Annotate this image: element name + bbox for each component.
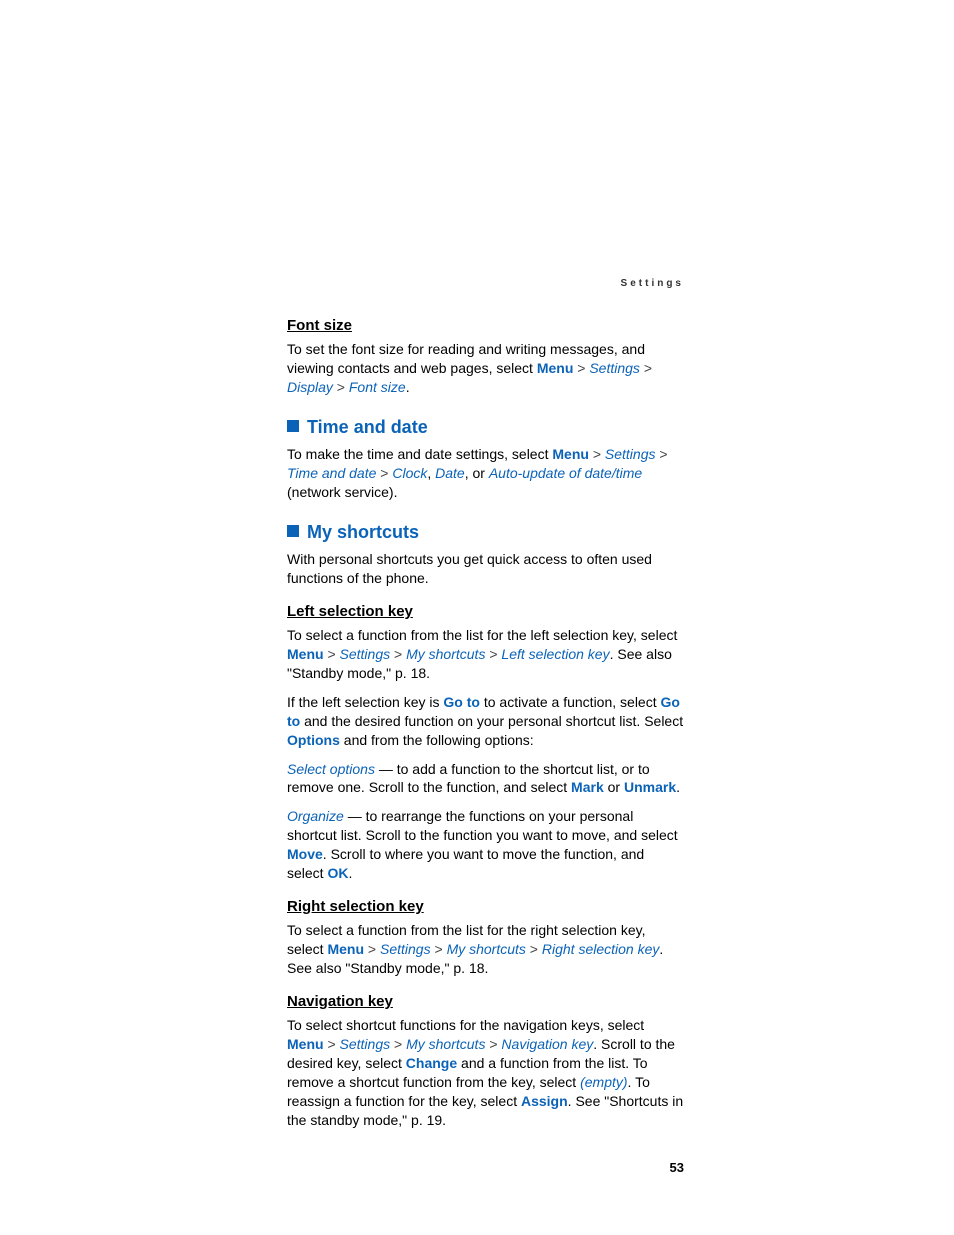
settings-link[interactable]: Settings <box>340 1036 391 1052</box>
rightselkey-link[interactable]: Right selection key <box>542 941 660 957</box>
empty-link[interactable]: (empty) <box>580 1074 627 1090</box>
paragraph: To set the font size for reading and wri… <box>287 340 684 397</box>
breadcrumb-sep: > <box>526 941 542 957</box>
paragraph: To select shortcut functions for the nav… <box>287 1016 684 1129</box>
page-content: Font size To set the font size for readi… <box>287 278 684 1129</box>
menu-link[interactable]: Menu <box>327 941 364 957</box>
display-link[interactable]: Display <box>287 379 333 395</box>
menu-link[interactable]: Menu <box>537 360 574 376</box>
text: To select a function from the list for t… <box>287 627 677 643</box>
goto-link[interactable]: Go to <box>443 694 480 710</box>
mark-link[interactable]: Mark <box>571 779 604 795</box>
heading-text: Time and date <box>307 417 428 437</box>
heading-left-selection-key: Left selection key <box>287 602 684 622</box>
text: , or <box>465 465 489 481</box>
breadcrumb-sep: > <box>324 1036 340 1052</box>
text: or <box>604 779 624 795</box>
breadcrumb-sep: > <box>376 465 392 481</box>
paragraph: To make the time and date settings, sele… <box>287 445 684 502</box>
menu-link[interactable]: Menu <box>287 646 324 662</box>
change-link[interactable]: Change <box>406 1055 457 1071</box>
leftselkey-link[interactable]: Left selection key <box>501 646 609 662</box>
breadcrumb-sep: > <box>431 941 447 957</box>
settings-link[interactable]: Settings <box>605 446 656 462</box>
myshortcuts-link[interactable]: My shortcuts <box>447 941 526 957</box>
document-page: Settings Font size To set the font size … <box>0 0 954 1129</box>
settings-link[interactable]: Settings <box>380 941 431 957</box>
paragraph: Select options — to add a function to th… <box>287 760 684 798</box>
paragraph: If the left selection key is Go to to ac… <box>287 693 684 750</box>
text: . <box>348 865 352 881</box>
square-bullet-icon <box>287 420 299 432</box>
heading-navigation-key: Navigation key <box>287 992 684 1012</box>
text: — to rearrange the functions on your per… <box>287 808 678 843</box>
select-options-link[interactable]: Select options <box>287 761 375 777</box>
myshortcuts-link[interactable]: My shortcuts <box>406 646 485 662</box>
heading-font-size: Font size <box>287 316 684 336</box>
text: and from the following options: <box>340 732 534 748</box>
autoupdate-link[interactable]: Auto-update of date/time <box>489 465 642 481</box>
organize-link[interactable]: Organize <box>287 808 344 824</box>
text: To make the time and date settings, sele… <box>287 446 552 462</box>
breadcrumb-sep: > <box>640 360 652 376</box>
text: If the left selection key is <box>287 694 443 710</box>
paragraph: With personal shortcuts you get quick ac… <box>287 550 684 588</box>
text: . <box>406 379 410 395</box>
breadcrumb-sep: > <box>485 1036 501 1052</box>
paragraph: Organize — to rearrange the functions on… <box>287 807 684 883</box>
text: to activate a function, select <box>480 694 661 710</box>
breadcrumb-sep: > <box>589 446 605 462</box>
clock-link[interactable]: Clock <box>392 465 427 481</box>
breadcrumb-sep: > <box>390 1036 406 1052</box>
paragraph: To select a function from the list for t… <box>287 626 684 683</box>
fontsize-link[interactable]: Font size <box>349 379 406 395</box>
move-link[interactable]: Move <box>287 846 323 862</box>
breadcrumb-sep: > <box>485 646 501 662</box>
menu-link[interactable]: Menu <box>287 1036 324 1052</box>
settings-link[interactable]: Settings <box>340 646 391 662</box>
assign-link[interactable]: Assign <box>521 1093 568 1109</box>
breadcrumb-sep: > <box>656 446 668 462</box>
breadcrumb-sep: > <box>324 646 340 662</box>
heading-time-and-date: Time and date <box>287 415 684 439</box>
square-bullet-icon <box>287 525 299 537</box>
page-number: 53 <box>670 1159 684 1177</box>
menu-link[interactable]: Menu <box>552 446 589 462</box>
text: , <box>427 465 435 481</box>
text: and the desired function on your persona… <box>300 713 683 729</box>
heading-right-selection-key: Right selection key <box>287 897 684 917</box>
heading-text: My shortcuts <box>307 522 419 542</box>
text: To select shortcut functions for the nav… <box>287 1017 644 1033</box>
ok-link[interactable]: OK <box>327 865 348 881</box>
breadcrumb-sep: > <box>364 941 380 957</box>
text: (network service). <box>287 484 397 500</box>
text: . <box>676 779 680 795</box>
date-link[interactable]: Date <box>435 465 465 481</box>
breadcrumb-sep: > <box>333 379 349 395</box>
breadcrumb-sep: > <box>573 360 589 376</box>
heading-my-shortcuts: My shortcuts <box>287 520 684 544</box>
running-header: Settings <box>621 278 684 289</box>
breadcrumb-sep: > <box>390 646 406 662</box>
paragraph: To select a function from the list for t… <box>287 921 684 978</box>
unmark-link[interactable]: Unmark <box>624 779 676 795</box>
settings-link[interactable]: Settings <box>589 360 640 376</box>
myshortcuts-link[interactable]: My shortcuts <box>406 1036 485 1052</box>
options-link[interactable]: Options <box>287 732 340 748</box>
timeanddate-link[interactable]: Time and date <box>287 465 376 481</box>
navkey-link[interactable]: Navigation key <box>501 1036 593 1052</box>
